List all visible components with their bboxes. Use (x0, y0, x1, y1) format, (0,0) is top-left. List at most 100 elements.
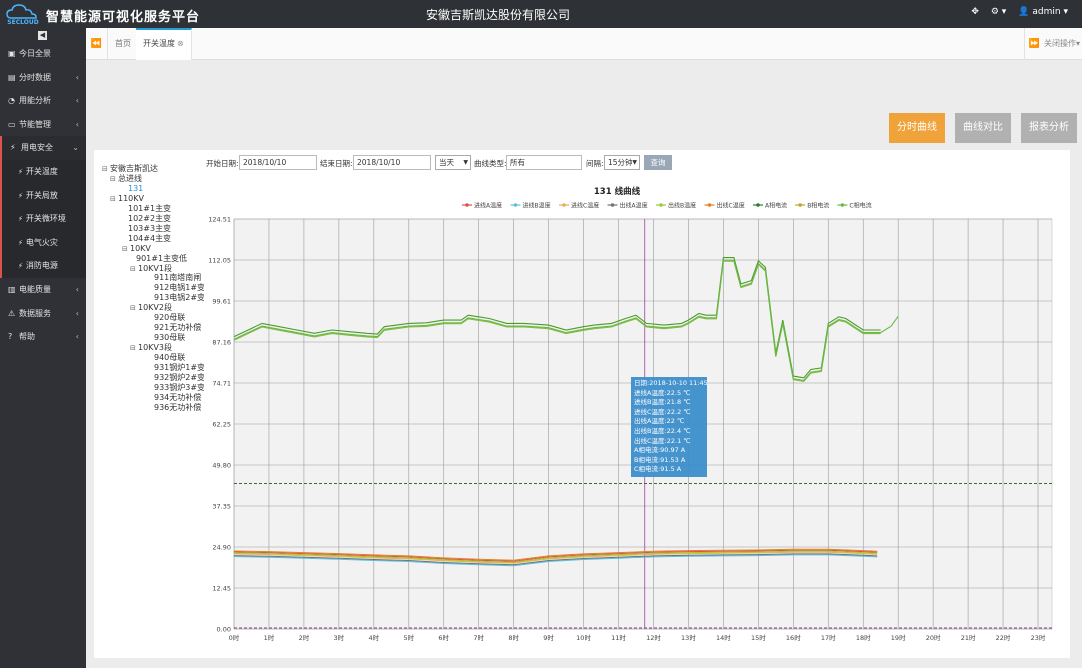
tree-toggle-icon[interactable]: ⊟ (122, 244, 130, 254)
tree-node[interactable]: 930母联 (148, 333, 185, 343)
sidebar-subitem-label: 开关局放 (25, 190, 58, 200)
tree-toggle-icon[interactable]: ⊟ (130, 264, 138, 274)
tree-node[interactable]: 940母联 (148, 353, 185, 363)
sidebar-item-power-quality[interactable]: ▥ 电能质量 ‹ (0, 278, 86, 302)
tree-node-label: 10KV3段 (138, 343, 172, 353)
chevron-left-icon: ‹ (75, 96, 79, 106)
legend-marker (562, 203, 566, 207)
chevron-left-icon: ‹ (75, 332, 79, 342)
tree-node[interactable]: ⊟ 110KV (110, 194, 144, 204)
tab-home[interactable]: 首页 (108, 28, 139, 60)
y-tick-label: 99.61 (212, 298, 231, 306)
sidebar-subitem-micro-env[interactable]: ⚡ 开关微环境 (2, 207, 86, 231)
tab-scroll-left-button[interactable]: ⏪ (86, 28, 108, 60)
tree-node[interactable]: ⊟ 安徽吉斯凯达 (102, 164, 158, 174)
line-chart[interactable]: 124.51 112.05 99.61 87.16 74.71 62.25 49.80 37.… (204, 178, 1056, 654)
tree-node[interactable]: 934无功补偿 (148, 393, 201, 403)
query-button[interactable]: 查询 (644, 155, 672, 170)
legend-label[interactable]: C相电流 (849, 202, 871, 210)
sidebar-item-time-data[interactable]: ▤ 分时数据 ‹ (0, 66, 86, 90)
sidebar-collapse-button[interactable]: ◀ (38, 31, 47, 40)
tree-toggle-icon[interactable]: ⊟ (110, 194, 118, 204)
tree-node[interactable]: 104#4主变 (122, 234, 171, 244)
y-tick-label: 24.90 (212, 544, 231, 552)
start-date-input[interactable]: 2018/10/10 (239, 155, 317, 170)
x-tick-label: 5时 (403, 633, 414, 642)
tree-node[interactable]: 103#3主变 (122, 224, 171, 234)
header-tools: ✥ ⚙ ▾ 👤 admin ▾ (971, 7, 1068, 17)
tree-node[interactable]: ⊟ 10KV1段 (130, 264, 172, 274)
x-tick-label: 15时 (751, 633, 766, 642)
tree-node[interactable]: 912电锅1#变 (148, 283, 205, 293)
cloud-logo-icon: SECLOUD (6, 4, 39, 26)
tree-node[interactable]: 911南塔南闸 (148, 273, 201, 283)
legend-label[interactable]: A相电流 (765, 202, 787, 210)
sidebar-item-label: 电能质量 (19, 284, 51, 294)
tree-node-label: 930母联 (154, 333, 186, 343)
sidebar-item-energy-saving[interactable]: ▭ 节能管理 ‹ (0, 113, 86, 137)
tree-node[interactable]: 931钢炉1#变 (148, 363, 205, 373)
legend-marker (610, 203, 615, 207)
tree-node[interactable]: ⊟ 10KV3段 (130, 343, 172, 353)
tree-node[interactable]: 101#1主变 (122, 204, 171, 214)
gear-icon[interactable]: ⚙ ▾ (991, 7, 1006, 17)
sidebar-subitem-electric-fire[interactable]: ⚡ 电气火灾 (2, 231, 86, 255)
legend-marker (465, 203, 469, 207)
tree-toggle-icon[interactable]: ⊟ (130, 343, 138, 353)
sidebar-item-overview[interactable]: ▣ 今日全景 (0, 42, 86, 66)
company-name: 安徽吉斯凯达股份有限公司 (426, 8, 571, 22)
bolt-icon: ⚡ (18, 215, 23, 224)
report-analysis-button[interactable]: 报表分析 (1021, 113, 1077, 143)
tooltip-line: 日期:2018-10-10 11:45 (634, 379, 708, 387)
legend-label[interactable]: 进线A温度 (474, 202, 502, 210)
legend-label[interactable]: 出线C温度 (717, 202, 745, 210)
tree-node[interactable]: ⊟ 10KV (122, 244, 151, 254)
curve-type-input[interactable]: 所有 (506, 155, 582, 170)
tree-toggle-icon[interactable]: ⊟ (130, 303, 138, 313)
sidebar-subitem-partial-discharge[interactable]: ⚡ 开关局放 (2, 184, 86, 208)
range-select[interactable]: 当天 ▼ (435, 155, 471, 170)
user-menu[interactable]: 👤 admin ▾ (1018, 7, 1068, 17)
sidebar-item-energy-analysis[interactable]: ◔ 用能分析 ‹ (0, 89, 86, 113)
tree-node[interactable]: 102#2主变 (122, 214, 171, 224)
tree-node[interactable]: 921无功补偿 (148, 323, 201, 333)
sidebar-subitem-switch-temp[interactable]: ⚡ 开关温度 (2, 160, 86, 184)
legend-label[interactable]: 进线B温度 (523, 202, 551, 210)
expand-icon[interactable]: ✥ (971, 7, 979, 17)
tree-toggle-icon[interactable]: ⊟ (110, 174, 118, 184)
tree-node[interactable]: 901#1主变低 (130, 254, 187, 264)
legend-label[interactable]: B相电流 (807, 202, 829, 210)
sidebar-item-help[interactable]: ? 帮助 ‹ (0, 325, 86, 349)
tab-switch-temp[interactable]: 开关温度 ⊗ (136, 28, 192, 60)
sidebar-subitem-label: 开关温度 (25, 166, 58, 176)
time-curve-button[interactable]: 分时曲线 (889, 113, 945, 143)
sidebar-item-data-service[interactable]: ⚠ 数据服务 ‹ (0, 302, 86, 326)
close-icon[interactable]: ⊗ (177, 39, 184, 48)
y-tick-label: 12.45 (212, 585, 231, 593)
legend-label[interactable]: 进线C温度 (571, 202, 599, 210)
tree-node[interactable]: 920母联 (148, 313, 185, 323)
tree-node[interactable]: 933钢炉3#变 (148, 383, 205, 393)
chevron-left-icon: ‹ (75, 284, 79, 294)
legend-label[interactable]: 出线A温度 (620, 202, 648, 210)
tree-toggle-icon[interactable]: ⊟ (102, 164, 110, 174)
interval-select[interactable]: 15分钟 ▼ (604, 155, 640, 170)
sidebar-subitem-fire-power[interactable]: ⚡ 消防电源 (2, 254, 86, 278)
sidebar-subitem-label: 消防电源 (25, 261, 58, 271)
curve-type-label: 曲线类型: (474, 159, 507, 168)
curve-compare-button[interactable]: 曲线对比 (955, 113, 1011, 143)
tree-node[interactable]: 913电锅2#变 (148, 293, 205, 303)
tree-node[interactable]: 131 (122, 184, 143, 194)
tree-node[interactable]: ⊟ 总进线 (110, 174, 142, 184)
legend-label[interactable]: 出线B温度 (668, 202, 696, 210)
sidebar-submenu: ⚡ 开关温度 ⚡ 开关局放 ⚡ 开关微环境 ⚡ 电气火灾 ⚡ 消防电源 (0, 159, 86, 278)
end-date-input[interactable]: 2018/10/10 (353, 155, 431, 170)
tree-node[interactable]: 932钢炉2#变 (148, 373, 205, 383)
tree-node-label: 912电锅1#变 (154, 283, 206, 293)
close-operations-menu[interactable]: 关闭操作▾ (1044, 28, 1080, 60)
tree-node[interactable]: 936无功补偿 (148, 403, 201, 413)
sidebar-item-power-safety[interactable]: ⚡ 用电安全 ⌄ (0, 136, 86, 160)
tab-scroll-right-button[interactable]: ⏩ (1024, 28, 1044, 60)
tooltip-line: 出线C温度:22.1 ℃ (634, 436, 691, 445)
tree-node[interactable]: ⊟ 10KV2段 (130, 303, 172, 313)
